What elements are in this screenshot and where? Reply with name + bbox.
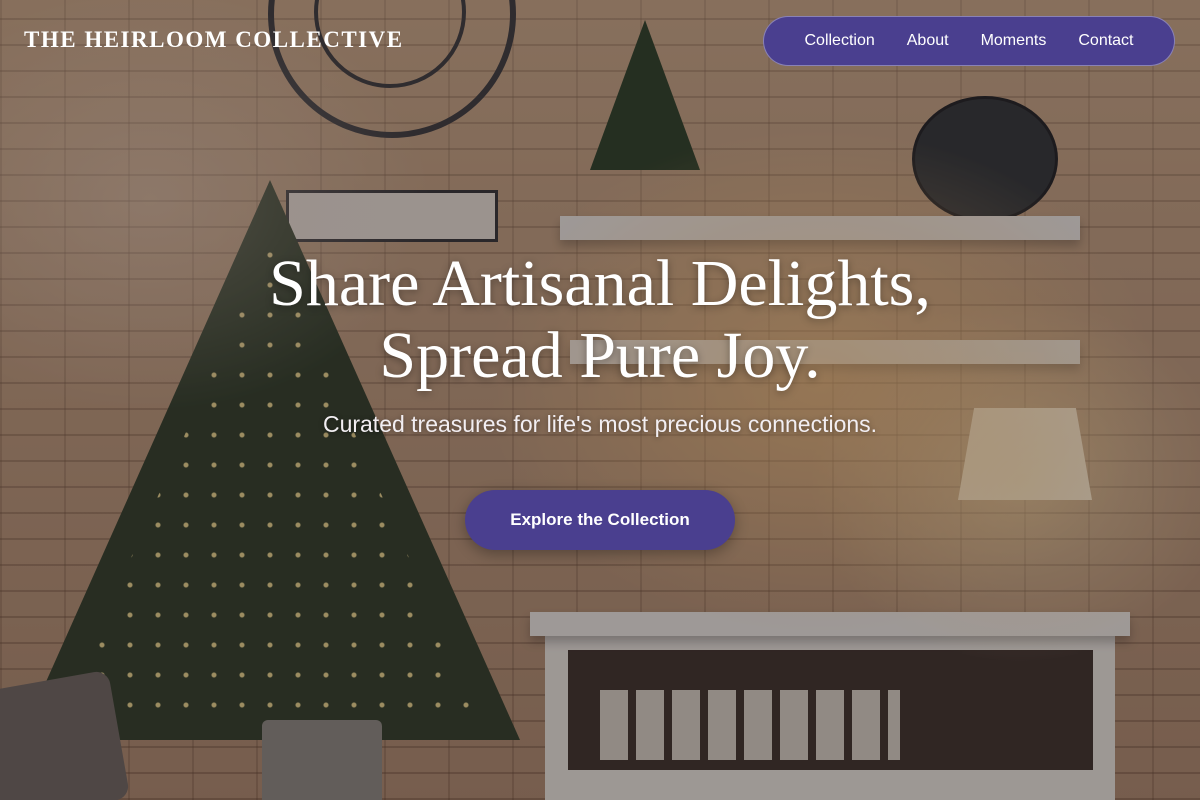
hero-headline: Share Artisanal Delights, Spread Pure Jo… (0, 248, 1200, 392)
hero-content: Share Artisanal Delights, Spread Pure Jo… (0, 248, 1200, 438)
hero-headline-line-1: Share Artisanal Delights, (269, 247, 931, 320)
nav-link-moments[interactable]: Moments (981, 32, 1047, 50)
hero-headline-line-2: Spread Pure Joy. (379, 319, 821, 392)
hero-subtitle: Curated treasures for life's most precio… (322, 411, 878, 437)
hero-section: THE HEIRLOOM COLLECTIVE Collection About… (0, 0, 1200, 800)
nav-link-collection[interactable]: Collection (804, 32, 874, 50)
explore-collection-button[interactable]: Explore the Collection (465, 490, 735, 550)
nav-link-contact[interactable]: Contact (1078, 32, 1133, 50)
nav-link-about[interactable]: About (907, 32, 949, 50)
main-nav: Collection About Moments Contact (763, 16, 1175, 66)
brand-logo[interactable]: THE HEIRLOOM COLLECTIVE (24, 27, 404, 53)
